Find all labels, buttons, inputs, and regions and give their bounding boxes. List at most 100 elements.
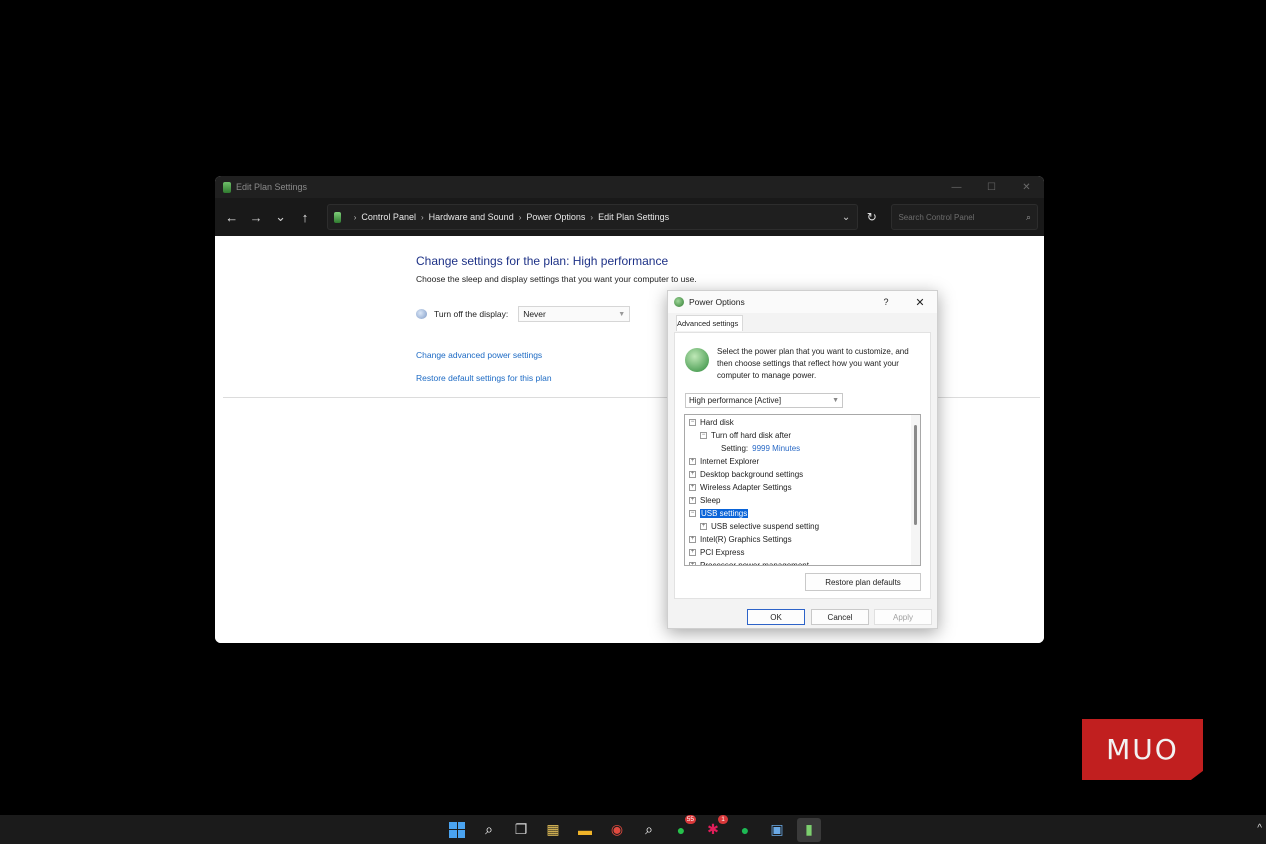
tree-node-label: USB selective suspend setting [711,522,820,531]
magnifier-icon[interactable]: ⌕ [637,818,661,842]
tree-node[interactable]: + Sleep [689,494,720,507]
minimize-button[interactable]: — [939,182,974,193]
tree-node-label: Sleep [700,496,721,505]
tab-strip: Advanced settings [668,313,937,331]
chrome-icon[interactable]: ◉ [605,818,629,842]
setting-value[interactable]: 9999 Minutes [752,444,800,453]
notification-badge: 1 [718,814,728,824]
breadcrumb-edit-plan-settings[interactable]: Edit Plan Settings [598,212,669,222]
cancel-button[interactable]: Cancel [811,609,869,625]
address-dropdown-icon[interactable]: ⌄ [835,212,857,223]
remote-desktop-icon[interactable]: ▣ [765,818,789,842]
tree-scrollbar[interactable] [911,415,920,565]
start-icon[interactable] [445,818,469,842]
recent-locations-button[interactable]: ⌄ [270,206,291,228]
forward-button[interactable]: → [245,206,266,228]
up-button[interactable]: ↑ [294,206,315,228]
breadcrumb-separator: › [420,212,424,222]
window-title: Edit Plan Settings [236,182,308,192]
tree-node[interactable]: Setting: 9999 Minutes [721,442,800,455]
display-icon [416,309,427,319]
breadcrumb-hardware-and-sound[interactable]: Hardware and Sound [429,212,514,222]
power-plan-icon [685,348,709,372]
breadcrumb-control-panel[interactable]: Control Panel [361,212,416,222]
tree-node[interactable]: + Desktop background settings [689,468,803,481]
tree-node[interactable]: + USB selective suspend setting [700,520,819,533]
display-timeout-select[interactable]: Never ▼ [518,306,631,322]
ok-button[interactable]: OK [747,609,805,625]
close-button[interactable]: ✕ [1009,182,1044,193]
navigation-bar: ← → ⌄ ↑ › Control Panel › Hardware and S… [215,198,1044,236]
control-panel-icon [333,211,341,223]
task-view-icon[interactable]: ❐ [509,818,533,842]
chevron-down-icon: ▼ [832,397,839,404]
tree-node[interactable]: − USB settings [689,507,749,520]
settings-tree[interactable]: − Hard disk − Turn off hard disk after Setti… [684,414,921,566]
expand-icon[interactable]: + [689,458,696,465]
breadcrumb-separator: › [353,212,357,222]
tree-node-label: Intel(R) Graphics Settings [700,535,792,544]
tree-node-label: Hard disk [700,418,734,427]
notification-badge: 55 [684,814,696,824]
change-advanced-settings-link[interactable]: Change advanced power settings [416,350,542,360]
display-timeout-value: Never [523,309,546,319]
scroll-thumb[interactable] [914,425,917,525]
intro: Select the power plan that you want to c… [685,346,923,382]
taskbar: ^ ⌕ ❐ ▦ ▬ ◉ ⌕ ● 55 ✱ 1 ● ▣ ▮ [0,814,1266,844]
slack-icon[interactable]: ✱ 1 [701,814,728,842]
breadcrumb-separator: › [518,212,522,222]
plan-select[interactable]: High performance [Active] ▼ [685,393,843,408]
tree-node[interactable]: + Internet Explorer [689,455,759,468]
power-options-dialog: Power Options ? ✕ Advanced settings Sele… [667,290,938,629]
dialog-title-bar: Power Options ? ✕ [668,291,937,313]
display-label: Turn off the display: [434,309,509,319]
expand-icon[interactable]: + [689,484,696,491]
file-explorer-icon[interactable]: ▬ [573,818,597,842]
page-subtitle: Choose the sleep and display settings th… [416,274,697,284]
tree-node-label: USB settings [700,509,749,518]
maximize-button[interactable]: ☐ [974,182,1009,193]
whatsapp-icon[interactable]: ● 55 [669,814,696,842]
search-icon[interactable]: ⌕ [1026,212,1031,223]
refresh-button[interactable]: ↻ [860,205,883,229]
search-input[interactable]: Search Control Panel ⌕ [891,204,1038,230]
power-options-icon[interactable]: ▮ [797,817,821,842]
search-icon[interactable]: ⌕ [477,818,501,842]
breadcrumb-power-options[interactable]: Power Options [526,212,585,222]
tree-node[interactable]: − Turn off hard disk after [700,429,791,442]
tray-chevron-icon[interactable]: ^ [1257,823,1262,834]
expand-icon[interactable]: + [700,523,707,530]
restore-defaults-link[interactable]: Restore default settings for this plan [416,373,552,383]
expand-icon[interactable]: + [689,471,696,478]
tree-node[interactable]: − Hard disk [689,416,734,429]
collapse-icon[interactable]: − [689,419,696,426]
plan-select-value: High performance [Active] [689,396,782,405]
tree-node[interactable]: + Wireless Adapter Settings [689,481,792,494]
dialog-title: Power Options [689,297,745,307]
collapse-icon[interactable]: − [689,510,696,517]
back-button[interactable]: ← [221,206,242,228]
tree-node[interactable]: + PCI Express [689,546,744,559]
collapse-icon[interactable]: − [700,432,707,439]
help-button[interactable]: ? [869,297,903,307]
intro-text: Select the power plan that you want to c… [717,347,909,380]
expand-icon[interactable]: + [689,549,696,556]
expand-icon[interactable]: + [689,536,696,543]
tab-advanced-settings[interactable]: Advanced settings [676,315,744,331]
apply-button[interactable]: Apply [874,609,932,625]
expand-icon[interactable]: + [689,562,696,565]
tree-node-label: Processor power management [700,561,809,566]
tree-node-label: PCI Express [700,548,745,557]
spotify-icon[interactable]: ● [733,818,757,842]
search-placeholder: Search Control Panel [898,212,975,222]
muo-logo: MUO [1082,719,1203,780]
tree-node-label: Wireless Adapter Settings [700,483,792,492]
display-setting-row: Turn off the display: Never ▼ [416,306,631,322]
address-bar[interactable]: › Control Panel › Hardware and Sound › P… [326,204,859,230]
tree-node[interactable]: + Processor power management [689,559,809,566]
restore-plan-defaults-button[interactable]: Restore plan defaults [805,573,921,591]
store-icon[interactable]: ▦ [541,818,565,842]
tree-node[interactable]: + Intel(R) Graphics Settings [689,533,792,546]
expand-icon[interactable]: + [689,497,696,504]
dialog-close-button[interactable]: ✕ [903,296,937,309]
